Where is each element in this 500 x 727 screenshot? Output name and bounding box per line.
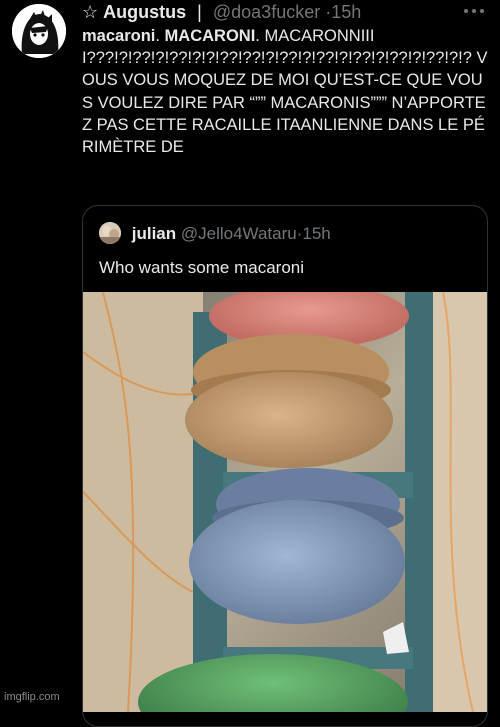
quote-author-handle[interactable]: @Jello4Wataru xyxy=(181,224,297,243)
tweet-text: macaroni. MACARONI. MACARONNIIII???!?!??… xyxy=(82,25,492,158)
timestamp[interactable]: 15h xyxy=(331,2,361,22)
tweet-text-bold-1: macaroni xyxy=(82,27,156,45)
quote-avatar[interactable] xyxy=(99,222,121,244)
quote-text: Who wants some macaroni xyxy=(99,258,305,277)
quote-author-name[interactable]: julian xyxy=(132,224,176,243)
tweet-text-body: . MACARONNIIII???!?!??!?!??!?!?!??!??!?!… xyxy=(82,27,488,157)
author-handle[interactable]: @doa3fucker xyxy=(213,2,320,22)
quote-header: julian @Jello4Wataru·15h xyxy=(99,222,331,245)
macaron-photo[interactable] xyxy=(83,292,487,712)
quote-timestamp[interactable]: 15h xyxy=(302,224,330,243)
avatar[interactable] xyxy=(12,4,66,58)
tweet-text-bold-2: MACARONI xyxy=(164,27,256,45)
star-icon: ☆ xyxy=(82,2,99,22)
tweet-header: ☆ Augustus | @doa3fucker ·15h xyxy=(82,1,460,23)
author-name[interactable]: Augustus xyxy=(103,2,186,22)
quoted-tweet[interactable]: julian @Jello4Wataru·15h Who wants some … xyxy=(82,205,488,727)
watermark: imgflip.com xyxy=(4,691,60,703)
tweet-text-mid-1: . xyxy=(155,27,165,45)
more-horizontal-icon[interactable] xyxy=(464,8,484,14)
separator: | xyxy=(197,2,202,22)
